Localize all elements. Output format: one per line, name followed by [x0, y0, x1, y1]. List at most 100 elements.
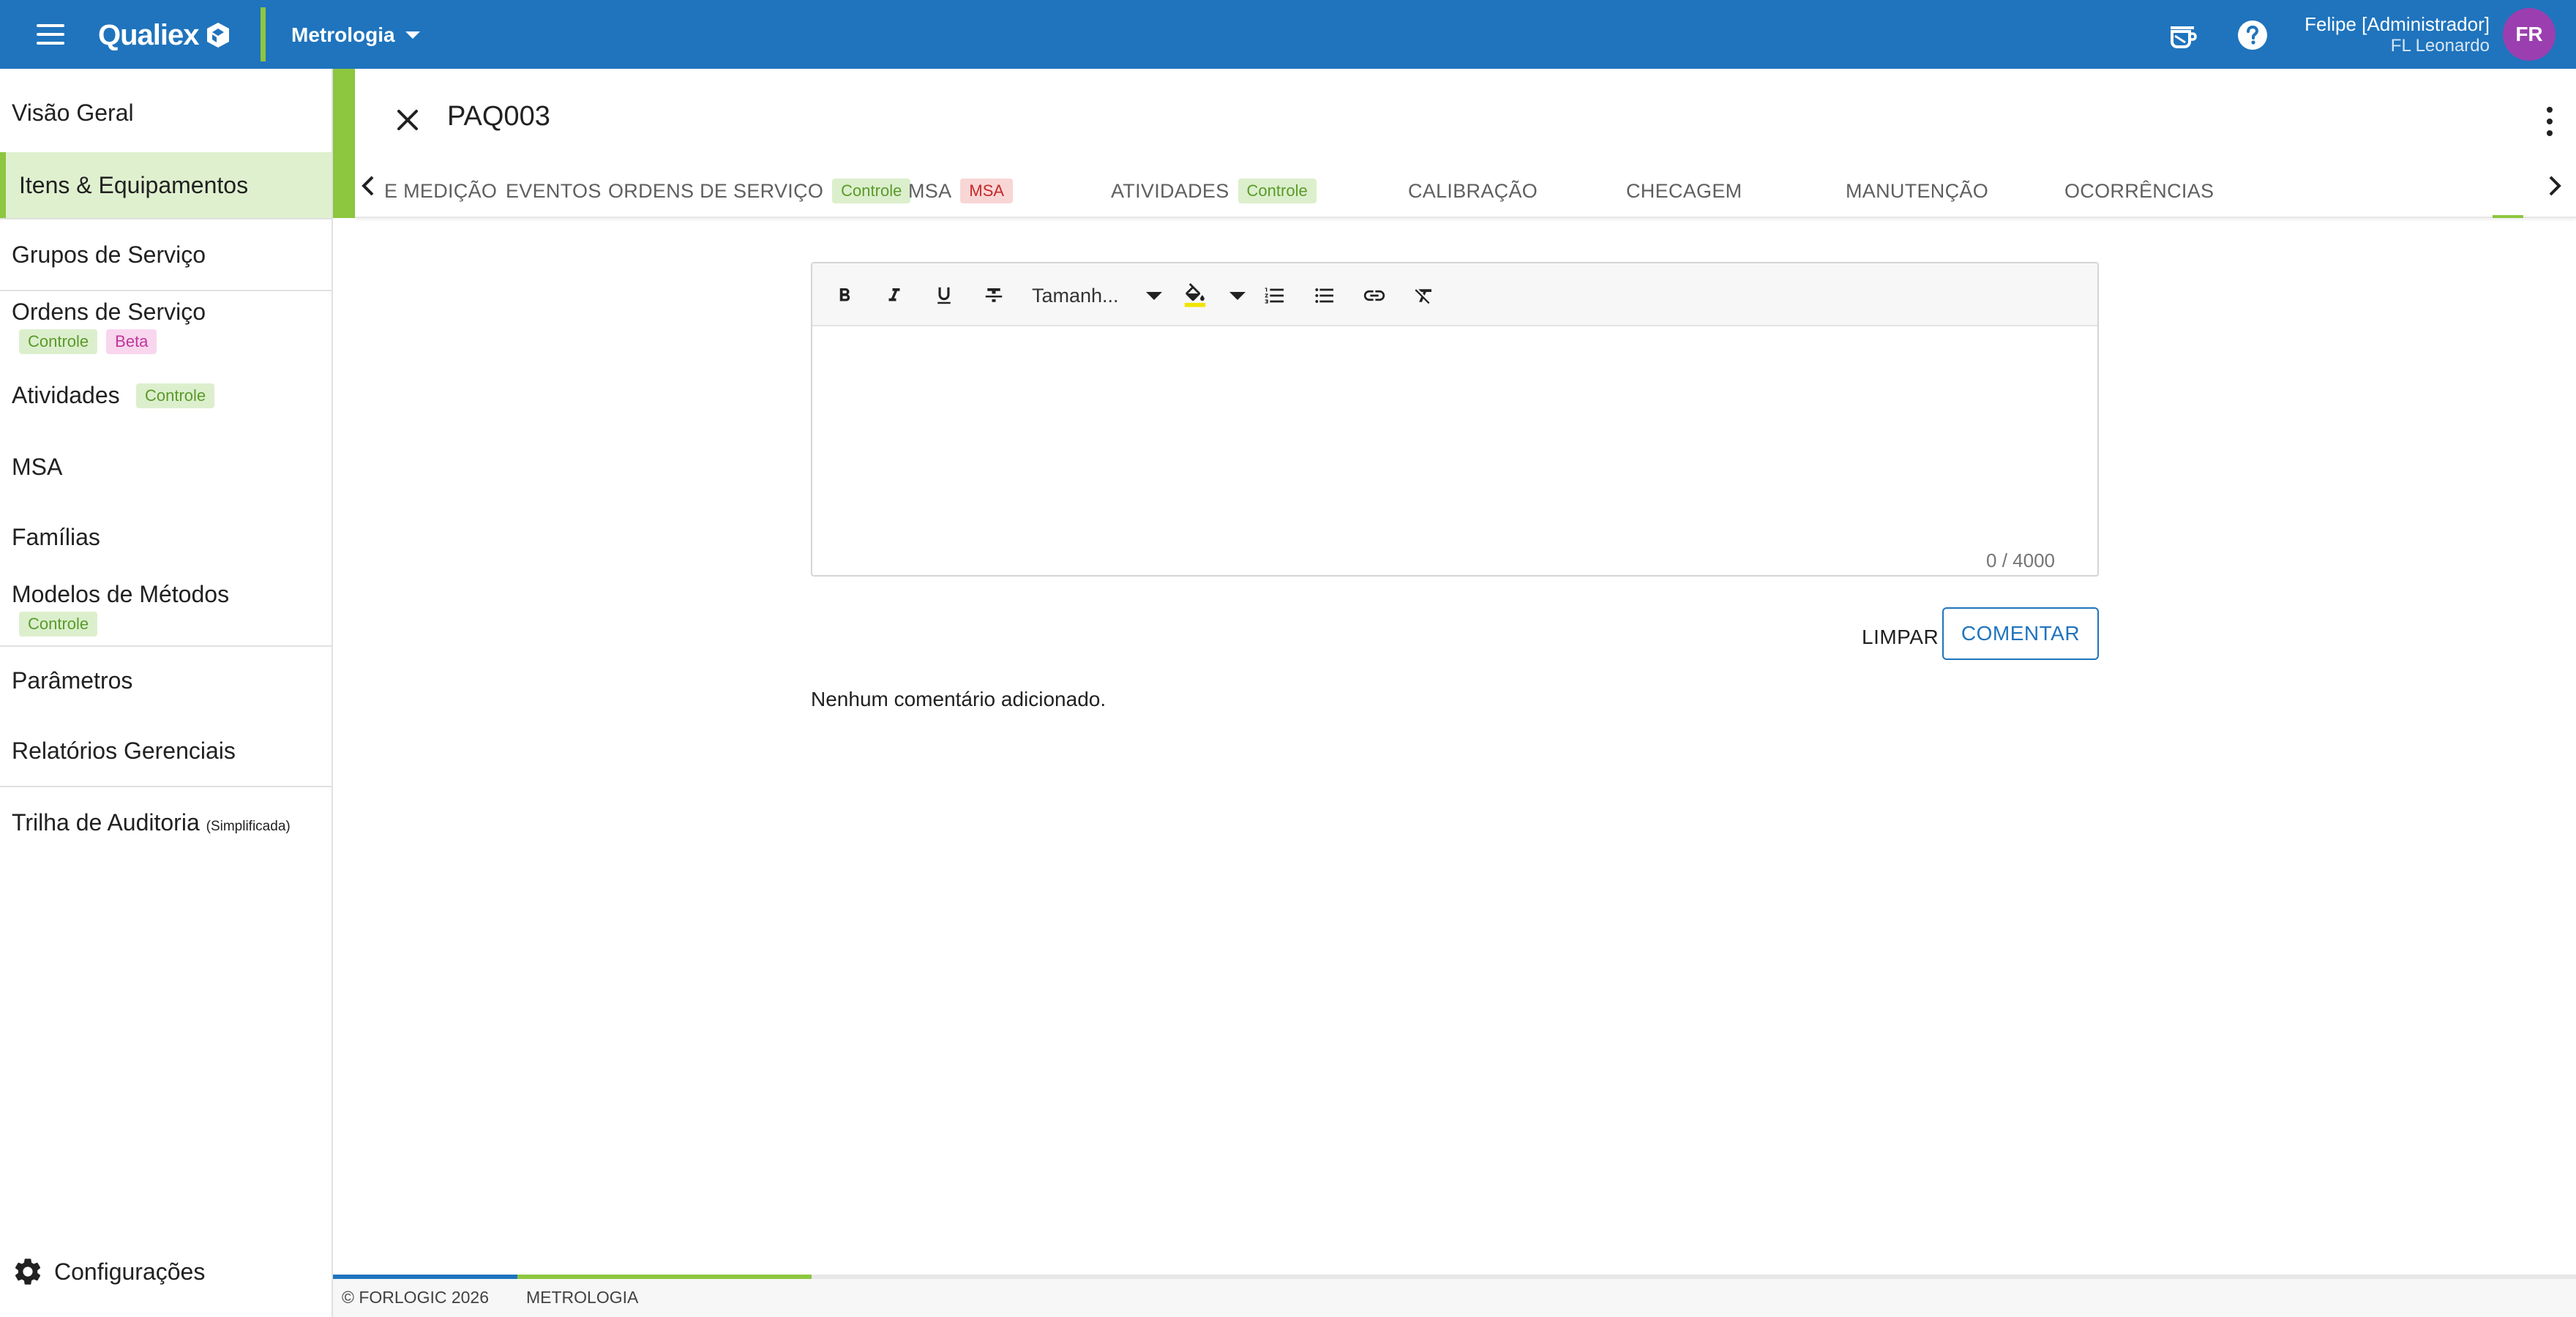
sidebar-item-note: (Simplificada) [206, 819, 291, 834]
clear-format-icon[interactable] [1408, 279, 1440, 312]
underline-icon[interactable] [928, 279, 960, 312]
sidebar: Visão Geral Itens & Equipamentos Grupos … [0, 69, 333, 1317]
ordered-list-icon[interactable] [1259, 279, 1291, 312]
tab-ocorrencias[interactable]: OCORRÊNCIAS [2064, 164, 2214, 218]
tab-atividades[interactable]: ATIVIDADES Controle [1111, 164, 1317, 218]
footer: © FORLOGIC 2026 METROLOGIA [333, 1275, 2576, 1317]
settings-button[interactable]: Configurações [12, 1256, 205, 1288]
module-selector[interactable]: Metrologia [291, 20, 420, 50]
sidebar-divider [0, 290, 332, 291]
sidebar-divider [0, 645, 332, 647]
active-tab-indicator [2493, 215, 2523, 218]
sidebar-item-label-text: Trilha de Auditoria [12, 809, 200, 836]
top-app-bar: Qualiex Metrologia Felipe [Administrador… [0, 0, 2576, 69]
tab-checagem[interactable]: CHECAGEM [1626, 164, 1742, 218]
footer-accent-green [517, 1275, 812, 1279]
tab-pontos-medicao[interactable]: E MEDIÇÃO [384, 164, 497, 218]
tab-calibracao[interactable]: CALIBRAÇÃO [1408, 164, 1538, 218]
sidebar-item-label: Trilha de Auditoria (Simplificada) [12, 809, 291, 836]
editor-toolbar: Tamanh... [812, 263, 2097, 326]
sidebar-item-label: Relatórios Gerenciais [12, 738, 236, 764]
sidebar-item-trilha-auditoria[interactable]: Trilha de Auditoria (Simplificada) [0, 795, 332, 853]
chevron-down-icon [1146, 291, 1162, 300]
sidebar-item-visao-geral[interactable]: Visão Geral [0, 86, 332, 140]
fill-color-icon [1184, 283, 1206, 307]
tag-msa: MSA [960, 179, 1014, 203]
tab-eventos[interactable]: EVENTOS [506, 164, 602, 218]
tab-label: ATIVIDADES [1111, 179, 1229, 202]
sidebar-item-atividades[interactable]: Atividades Controle [0, 373, 332, 432]
font-size-label: Tamanh... [1032, 284, 1119, 307]
sidebar-divider [0, 218, 332, 220]
sidebar-item-label: Atividades [12, 382, 120, 408]
avatar[interactable]: FR [2503, 8, 2556, 61]
user-info[interactable]: Felipe [Administrador] FL Leonardo [2304, 13, 2490, 57]
sidebar-item-ordens-servico[interactable]: Ordens de Serviço Controle Beta [0, 297, 332, 367]
sidebar-item-label: Famílias [12, 524, 100, 550]
tag-beta: Beta [106, 329, 157, 354]
editor-content-area[interactable] [812, 326, 2097, 575]
tag-controle: Controle [1238, 179, 1317, 203]
empty-comments-message: Nenhum comentário adicionado. [811, 688, 1107, 710]
bullet-list-icon[interactable] [1308, 279, 1341, 312]
active-indicator [0, 152, 6, 218]
more-options-icon[interactable] [2542, 107, 2557, 136]
sidebar-item-relatorios[interactable]: Relatórios Gerenciais [0, 724, 332, 783]
sidebar-item-familias[interactable]: Famílias [0, 512, 332, 571]
detail-header: PAQ003 E MEDIÇÃO EVENTOS ORDENS DE SERVI… [355, 69, 2576, 218]
footer-accent-blue [333, 1275, 517, 1279]
sidebar-item-msa[interactable]: MSA [0, 442, 332, 500]
user-organization: FL Leonardo [2390, 36, 2490, 56]
tab-label: CHECAGEM [1626, 179, 1742, 202]
menu-icon[interactable] [34, 20, 67, 49]
help-icon[interactable] [2235, 18, 2270, 53]
tag-controle: Controle [136, 383, 215, 408]
tab-manutencao[interactable]: MANUTENÇÃO [1846, 164, 1988, 218]
footer-line [517, 1275, 2576, 1279]
sidebar-item-label: MSA [12, 454, 63, 480]
chevron-down-icon [1229, 291, 1246, 300]
tabs-scroll-right-icon[interactable] [2543, 168, 2565, 203]
sidebar-item-parametros[interactable]: Parâmetros [0, 654, 332, 713]
clear-button[interactable]: LIMPAR [1852, 613, 1949, 661]
character-counter: 0 / 4000 [1986, 549, 2055, 571]
sidebar-item-label: Visão Geral [12, 100, 134, 126]
sidebar-item-label: Modelos de Métodos [12, 581, 230, 607]
tab-msa[interactable]: MSA MSA [908, 164, 1014, 218]
link-icon[interactable] [1358, 279, 1390, 312]
comment-button[interactable]: COMENTAR [1942, 607, 2099, 660]
tag-controle: Controle [832, 179, 911, 203]
bold-icon[interactable] [828, 279, 861, 312]
logo-divider [261, 7, 266, 61]
tab-bar: E MEDIÇÃO EVENTOS ORDENS DE SERVIÇO Cont… [384, 164, 2572, 218]
tab-label: ORDENS DE SERVIÇO [608, 179, 824, 202]
sidebar-item-label: Parâmetros [12, 667, 133, 694]
sidebar-item-modelos-metodos[interactable]: Modelos de Métodos Controle [0, 578, 332, 647]
footer-copyright: © FORLOGIC 2026 [342, 1288, 490, 1307]
close-icon[interactable] [392, 104, 424, 136]
tab-label: CALIBRAÇÃO [1408, 179, 1538, 202]
settings-label: Configurações [54, 1258, 206, 1285]
tabs-scroll-left-icon[interactable] [358, 168, 380, 203]
tab-ordens-servico[interactable]: ORDENS DE SERVIÇO Controle [608, 164, 911, 218]
sidebar-item-itens-equipamentos[interactable]: Itens & Equipamentos [0, 152, 332, 218]
tab-label: MANUTENÇÃO [1846, 179, 1989, 202]
font-size-select[interactable]: Tamanh... [1032, 279, 1162, 312]
sidebar-divider [0, 786, 332, 787]
module-selector-label: Metrologia [291, 23, 395, 46]
italic-icon[interactable] [878, 279, 910, 312]
comment-editor: Tamanh... 0 / 4000 [811, 262, 2099, 577]
tag-controle: Controle [19, 612, 98, 637]
footer-module: METROLOGIA [526, 1288, 639, 1307]
qualiex-logo[interactable]: Qualiex [98, 15, 231, 56]
sidebar-item-grupos-servico[interactable]: Grupos de Serviço [0, 228, 332, 282]
tab-label: EVENTOS [506, 179, 602, 202]
tab-label: MSA [908, 179, 952, 202]
tab-label: OCORRÊNCIAS [2064, 179, 2214, 202]
highlight-color-picker[interactable] [1183, 279, 1246, 312]
chevron-down-icon [405, 31, 420, 39]
gear-icon [15, 1258, 41, 1285]
sidebar-item-label: Grupos de Serviço [12, 241, 206, 268]
coffee-cup-icon[interactable] [2165, 18, 2200, 53]
strikethrough-icon[interactable] [978, 279, 1010, 312]
